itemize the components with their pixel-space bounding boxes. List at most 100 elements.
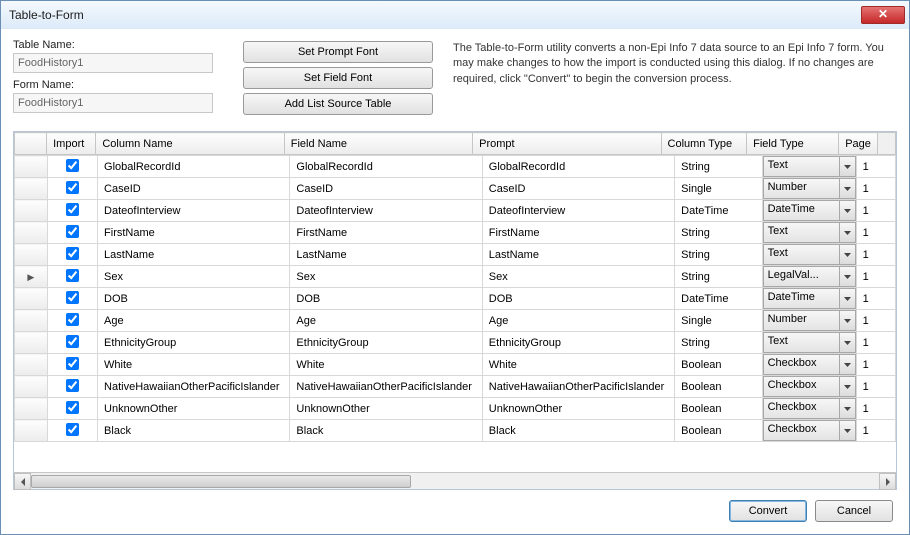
- row-header[interactable]: ▶: [15, 266, 48, 288]
- import-cell[interactable]: [47, 156, 97, 178]
- import-cell[interactable]: [47, 266, 97, 288]
- import-checkbox[interactable]: [66, 269, 79, 282]
- import-checkbox[interactable]: [66, 247, 79, 260]
- grid-body[interactable]: GlobalRecordIdGlobalRecordIdGlobalRecord…: [14, 155, 896, 472]
- field-type-dropdown-button[interactable]: [840, 222, 856, 243]
- import-cell[interactable]: [47, 354, 97, 376]
- column-name-cell[interactable]: FirstName: [98, 222, 290, 244]
- cancel-button[interactable]: Cancel: [815, 500, 893, 522]
- page-cell[interactable]: 1: [856, 200, 895, 222]
- import-checkbox[interactable]: [66, 313, 79, 326]
- import-checkbox[interactable]: [66, 379, 79, 392]
- prompt-cell[interactable]: Black: [482, 420, 674, 442]
- field-name-cell[interactable]: White: [290, 354, 482, 376]
- set-field-font-button[interactable]: Set Field Font: [243, 67, 433, 89]
- add-list-source-button[interactable]: Add List Source Table: [243, 93, 433, 115]
- row-header[interactable]: [15, 288, 48, 310]
- column-name-cell[interactable]: DateofInterview: [98, 200, 290, 222]
- import-cell[interactable]: [47, 310, 97, 332]
- scroll-thumb[interactable]: [31, 475, 411, 488]
- field-type-dropdown-button[interactable]: [840, 332, 856, 353]
- column-name-cell[interactable]: EthnicityGroup: [98, 332, 290, 354]
- field-type-cell[interactable]: Checkbox: [762, 398, 856, 420]
- table-row[interactable]: BlackBlackBlackBooleanCheckbox1: [15, 420, 896, 442]
- set-prompt-font-button[interactable]: Set Prompt Font: [243, 41, 433, 63]
- field-name-cell[interactable]: UnknownOther: [290, 398, 482, 420]
- prompt-cell[interactable]: DateofInterview: [482, 200, 674, 222]
- prompt-cell[interactable]: NativeHawaiianOtherPacificIslander: [482, 376, 674, 398]
- page-cell[interactable]: 1: [856, 332, 895, 354]
- field-type-cell[interactable]: Checkbox: [762, 420, 856, 442]
- import-cell[interactable]: [47, 200, 97, 222]
- col-column-name[interactable]: Column Name: [96, 133, 284, 155]
- row-header[interactable]: [15, 332, 48, 354]
- prompt-cell[interactable]: CaseID: [482, 178, 674, 200]
- page-cell[interactable]: 1: [856, 420, 895, 442]
- field-name-cell[interactable]: Age: [290, 310, 482, 332]
- import-cell[interactable]: [47, 376, 97, 398]
- row-header[interactable]: [15, 200, 48, 222]
- field-type-dropdown-button[interactable]: [840, 376, 856, 397]
- prompt-cell[interactable]: White: [482, 354, 674, 376]
- column-name-cell[interactable]: GlobalRecordId: [98, 156, 290, 178]
- table-row[interactable]: ▶SexSexSexStringLegalVal...1: [15, 266, 896, 288]
- import-cell[interactable]: [47, 420, 97, 442]
- row-header[interactable]: [15, 354, 48, 376]
- scroll-right-button[interactable]: [879, 473, 896, 490]
- prompt-cell[interactable]: DOB: [482, 288, 674, 310]
- col-column-type[interactable]: Column Type: [661, 133, 747, 155]
- import-checkbox[interactable]: [66, 357, 79, 370]
- import-cell[interactable]: [47, 222, 97, 244]
- table-row[interactable]: EthnicityGroupEthnicityGroupEthnicityGro…: [15, 332, 896, 354]
- field-type-cell[interactable]: DateTime: [762, 288, 856, 310]
- field-name-cell[interactable]: FirstName: [290, 222, 482, 244]
- field-type-dropdown-button[interactable]: [840, 156, 856, 177]
- field-type-cell[interactable]: Number: [762, 178, 856, 200]
- row-header[interactable]: [15, 222, 48, 244]
- column-name-cell[interactable]: LastName: [98, 244, 290, 266]
- table-row[interactable]: FirstNameFirstNameFirstNameStringText1: [15, 222, 896, 244]
- prompt-cell[interactable]: LastName: [482, 244, 674, 266]
- page-cell[interactable]: 1: [856, 354, 895, 376]
- field-name-cell[interactable]: EthnicityGroup: [290, 332, 482, 354]
- column-name-cell[interactable]: Age: [98, 310, 290, 332]
- field-type-cell[interactable]: Checkbox: [762, 376, 856, 398]
- field-type-cell[interactable]: Number: [762, 310, 856, 332]
- page-cell[interactable]: 1: [856, 398, 895, 420]
- table-row[interactable]: LastNameLastNameLastNameStringText1: [15, 244, 896, 266]
- prompt-cell[interactable]: EthnicityGroup: [482, 332, 674, 354]
- import-cell[interactable]: [47, 178, 97, 200]
- import-checkbox[interactable]: [66, 335, 79, 348]
- field-name-cell[interactable]: DateofInterview: [290, 200, 482, 222]
- import-checkbox[interactable]: [66, 203, 79, 216]
- field-name-cell[interactable]: CaseID: [290, 178, 482, 200]
- column-name-cell[interactable]: Sex: [98, 266, 290, 288]
- column-name-cell[interactable]: CaseID: [98, 178, 290, 200]
- import-checkbox[interactable]: [66, 401, 79, 414]
- page-cell[interactable]: 1: [856, 288, 895, 310]
- column-name-cell[interactable]: Black: [98, 420, 290, 442]
- col-field-name[interactable]: Field Name: [284, 133, 472, 155]
- page-cell[interactable]: 1: [856, 266, 895, 288]
- field-type-dropdown-button[interactable]: [840, 266, 856, 287]
- field-type-cell[interactable]: Text: [762, 332, 856, 354]
- prompt-cell[interactable]: FirstName: [482, 222, 674, 244]
- field-type-dropdown-button[interactable]: [840, 310, 856, 331]
- col-import[interactable]: Import: [47, 133, 96, 155]
- field-type-dropdown-button[interactable]: [840, 200, 856, 221]
- import-checkbox[interactable]: [66, 159, 79, 172]
- col-page[interactable]: Page: [839, 133, 878, 155]
- row-header[interactable]: [15, 244, 48, 266]
- table-name-input[interactable]: [13, 53, 213, 73]
- page-cell[interactable]: 1: [856, 178, 895, 200]
- import-cell[interactable]: [47, 398, 97, 420]
- row-header[interactable]: [15, 398, 48, 420]
- scroll-left-button[interactable]: [14, 473, 31, 490]
- import-checkbox[interactable]: [66, 291, 79, 304]
- field-type-cell[interactable]: Checkbox: [762, 354, 856, 376]
- page-cell[interactable]: 1: [856, 376, 895, 398]
- page-cell[interactable]: 1: [856, 222, 895, 244]
- convert-button[interactable]: Convert: [729, 500, 807, 522]
- field-name-cell[interactable]: NativeHawaiianOtherPacificIslander: [290, 376, 482, 398]
- row-header[interactable]: [15, 376, 48, 398]
